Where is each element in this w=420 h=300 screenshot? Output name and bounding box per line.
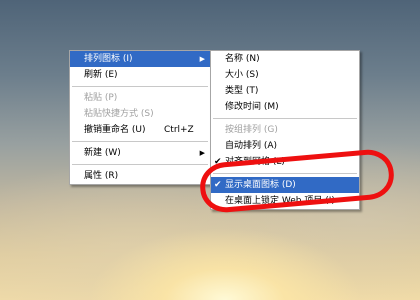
menu-item-label: 刷新 (E) [84,70,118,80]
menu-separator [213,118,357,119]
menu-item-label: 名称 (N) [225,54,260,64]
menu-item-label: 大小 (S) [225,70,259,80]
menu-separator [72,164,208,165]
desktop-context-menu: 排列图标 (I) ▶ 刷新 (E) 粘贴 (P) 粘贴快捷方式 (S) 撤销重命… [69,50,211,185]
menu-item-undo-rename[interactable]: 撤销重命名 (U) Ctrl+Z [70,122,210,138]
submenu-arrow-icon: ▶ [199,55,205,63]
submenu-item-modified-time[interactable]: 修改时间 (M) [211,99,359,115]
menu-item-label: 按组排列 (G) [225,125,278,135]
submenu-item-name[interactable]: 名称 (N) [211,51,359,67]
submenu-arrow-icon: ▶ [199,149,205,157]
menu-item-label: 类型 (T) [225,86,259,96]
menu-item-properties[interactable]: 属性 (R) [70,168,210,184]
submenu-item-size[interactable]: 大小 (S) [211,67,359,83]
menu-item-arrange-icons[interactable]: 排列图标 (I) ▶ [70,51,210,67]
menu-item-label: 新建 (W) [84,148,121,158]
menu-item-label: 排列图标 (I) [84,54,133,64]
menu-item-refresh[interactable]: 刷新 (E) [70,67,210,83]
menu-separator [72,86,208,87]
submenu-item-group-by: 按组排列 (G) [211,122,359,138]
menu-item-label: 撤销重命名 (U) [84,125,146,135]
menu-item-paste-shortcut: 粘贴快捷方式 (S) [70,106,210,122]
menu-item-label: 粘贴快捷方式 (S) [84,109,154,119]
menu-item-new[interactable]: 新建 (W) ▶ [70,145,210,161]
menu-item-shortcut: Ctrl+Z [164,125,194,135]
menu-item-paste: 粘贴 (P) [70,90,210,106]
menu-item-label: 粘贴 (P) [84,93,118,103]
submenu-item-type[interactable]: 类型 (T) [211,83,359,99]
menu-item-label: 属性 (R) [84,171,119,181]
menu-item-label: 修改时间 (M) [225,102,279,112]
menu-separator [72,141,208,142]
menu-item-label: 自动排列 (A) [225,141,278,151]
